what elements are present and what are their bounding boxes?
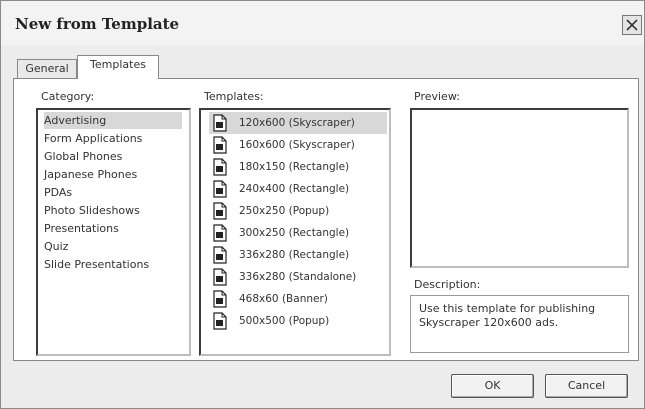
title-bar: New from Template: [1, 1, 644, 45]
category-item-photo-slideshows[interactable]: Photo Slideshows: [44, 202, 182, 219]
template-item[interactable]: 300x250 (Rectangle): [209, 222, 387, 244]
template-item[interactable]: 336x280 (Standalone): [209, 266, 387, 288]
ok-button[interactable]: OK: [451, 374, 534, 398]
template-item[interactable]: 240x400 (Rectangle): [209, 178, 387, 200]
template-item-label: 500x500 (Popup): [239, 315, 330, 327]
category-item-presentations[interactable]: Presentations: [44, 220, 182, 237]
cancel-button[interactable]: Cancel: [545, 374, 628, 398]
new-from-template-dialog: New from Template General Templates Cate…: [0, 0, 645, 409]
document-icon: [213, 268, 227, 286]
category-item-pdas[interactable]: PDAs: [44, 184, 182, 201]
document-icon: [213, 312, 227, 330]
template-item[interactable]: 336x280 (Rectangle): [209, 244, 387, 266]
close-button[interactable]: [622, 15, 642, 35]
document-icon: [213, 246, 227, 264]
templates-list[interactable]: 120x600 (Skyscraper) 160x600 (Skyscraper…: [199, 108, 391, 356]
preview-pane: [410, 108, 629, 268]
templates-label: Templates:: [204, 90, 264, 103]
tab-general[interactable]: General: [17, 59, 77, 79]
document-icon: [213, 136, 227, 154]
template-item-label: 250x250 (Popup): [239, 205, 330, 217]
close-icon: [626, 19, 638, 31]
template-item-label: 180x150 (Rectangle): [239, 161, 350, 173]
category-item-global-phones[interactable]: Global Phones: [44, 148, 182, 165]
template-item[interactable]: 120x600 (Skyscraper): [209, 112, 387, 134]
template-item-label: 468x60 (Banner): [239, 293, 328, 305]
description-box: Use this template for publishing Skyscra…: [410, 295, 629, 353]
template-item-label: 336x280 (Standalone): [239, 271, 357, 283]
category-item-form-applications[interactable]: Form Applications: [44, 130, 182, 147]
document-icon: [213, 224, 227, 242]
template-item-label: 240x400 (Rectangle): [239, 183, 350, 195]
template-item-label: 300x250 (Rectangle): [239, 227, 350, 239]
document-icon: [213, 158, 227, 176]
template-item[interactable]: 468x60 (Banner): [209, 288, 387, 310]
category-list[interactable]: Advertising Form Applications Global Pho…: [36, 108, 191, 356]
template-item-label: 120x600 (Skyscraper): [239, 117, 355, 129]
document-icon: [213, 290, 227, 308]
category-item-quiz[interactable]: Quiz: [44, 238, 182, 255]
template-item[interactable]: 180x150 (Rectangle): [209, 156, 387, 178]
document-icon: [213, 114, 227, 132]
template-item[interactable]: 160x600 (Skyscraper): [209, 134, 387, 156]
template-item-label: 336x280 (Rectangle): [239, 249, 350, 261]
template-item-label: 160x600 (Skyscraper): [239, 139, 355, 151]
description-label: Description:: [414, 278, 481, 291]
category-label: Category:: [41, 90, 95, 103]
category-item-japanese-phones[interactable]: Japanese Phones: [44, 166, 182, 183]
category-item-advertising[interactable]: Advertising: [44, 112, 182, 129]
document-icon: [213, 202, 227, 220]
template-item[interactable]: 500x500 (Popup): [209, 310, 387, 332]
dialog-title: New from Template: [15, 15, 180, 33]
preview-label: Preview:: [414, 90, 460, 103]
category-item-slide-presentations[interactable]: Slide Presentations: [44, 256, 182, 273]
document-icon: [213, 180, 227, 198]
template-item[interactable]: 250x250 (Popup): [209, 200, 387, 222]
tab-templates[interactable]: Templates: [77, 55, 159, 79]
